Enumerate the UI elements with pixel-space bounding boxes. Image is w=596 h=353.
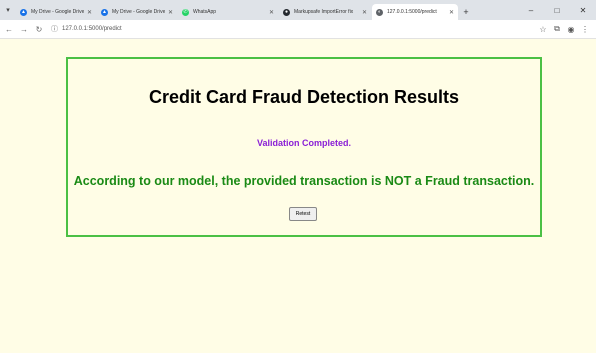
tab-title: My Drive - Google Drive xyxy=(31,9,84,15)
browser-tab[interactable]: ▲ My Drive - Google Drive ✕ xyxy=(97,4,177,20)
close-icon[interactable]: ✕ xyxy=(449,9,454,16)
browser-toolbar: ← → ↻ ⓘ 127.0.0.1:5000/predict ☆ ⧉ ◉ ⋮ xyxy=(0,20,596,39)
close-icon[interactable]: ✕ xyxy=(168,9,173,16)
browser-tab-active[interactable]: ◐ 127.0.0.1:5000/predict ✕ xyxy=(372,4,458,20)
address-url: 127.0.0.1:5000/predict xyxy=(62,26,122,32)
close-icon[interactable]: ✕ xyxy=(362,9,367,16)
minimize-icon[interactable]: – xyxy=(518,6,544,15)
results-panel: Credit Card Fraud Detection Results Vali… xyxy=(66,57,542,237)
google-drive-icon: ▲ xyxy=(20,8,27,16)
forward-arrow-icon[interactable]: → xyxy=(18,25,30,34)
star-icon[interactable]: ☆ xyxy=(536,25,550,34)
window-controls: – □ ✕ xyxy=(518,0,596,20)
new-tab-icon[interactable]: + xyxy=(459,4,473,20)
close-icon[interactable]: ✕ xyxy=(87,9,92,16)
retest-button[interactable]: Retest xyxy=(289,207,317,221)
address-bar[interactable]: ⓘ 127.0.0.1:5000/predict xyxy=(51,23,122,36)
tab-title: My Drive - Google Drive xyxy=(112,9,165,15)
browser-tab[interactable]: ✆ WhatsApp ✕ xyxy=(178,4,278,20)
maximize-icon[interactable]: □ xyxy=(544,6,570,15)
google-drive-icon: ▲ xyxy=(101,8,108,16)
info-icon[interactable]: ⓘ xyxy=(51,24,58,34)
browser-tab[interactable]: ▲ My Drive - Google Drive ✕ xyxy=(16,4,96,20)
whatsapp-icon: ✆ xyxy=(182,8,189,16)
github-icon: ● xyxy=(283,8,290,16)
globe-icon: ◐ xyxy=(376,8,383,16)
tab-title: 127.0.0.1:5000/predict xyxy=(387,9,437,15)
tab-strip: ▾ ▲ My Drive - Google Drive ✕ ▲ My Drive… xyxy=(0,0,596,20)
prediction-result: According to our model, the provided tra… xyxy=(73,174,535,188)
close-icon[interactable]: ✕ xyxy=(269,9,274,16)
validation-status: Validation Completed. xyxy=(256,138,351,148)
close-window-icon[interactable]: ✕ xyxy=(570,6,596,15)
reload-icon[interactable]: ↻ xyxy=(33,25,45,34)
tab-title: Markupsafe ImportError fix xyxy=(294,9,354,15)
tab-title: WhatsApp xyxy=(193,9,217,15)
tab-search-icon[interactable]: ▾ xyxy=(0,0,16,20)
kebab-menu-icon[interactable]: ⋮ xyxy=(578,25,592,34)
puzzle-icon[interactable]: ⧉ xyxy=(550,24,564,34)
page-title: Credit Card Fraud Detection Results xyxy=(148,87,460,107)
toolbar-actions: ☆ ⧉ ◉ ⋮ xyxy=(536,24,592,34)
back-arrow-icon[interactable]: ← xyxy=(3,25,15,34)
profile-icon[interactable]: ◉ xyxy=(564,25,578,34)
browser-tab[interactable]: ● Markupsafe ImportError fix ✕ xyxy=(279,4,371,20)
